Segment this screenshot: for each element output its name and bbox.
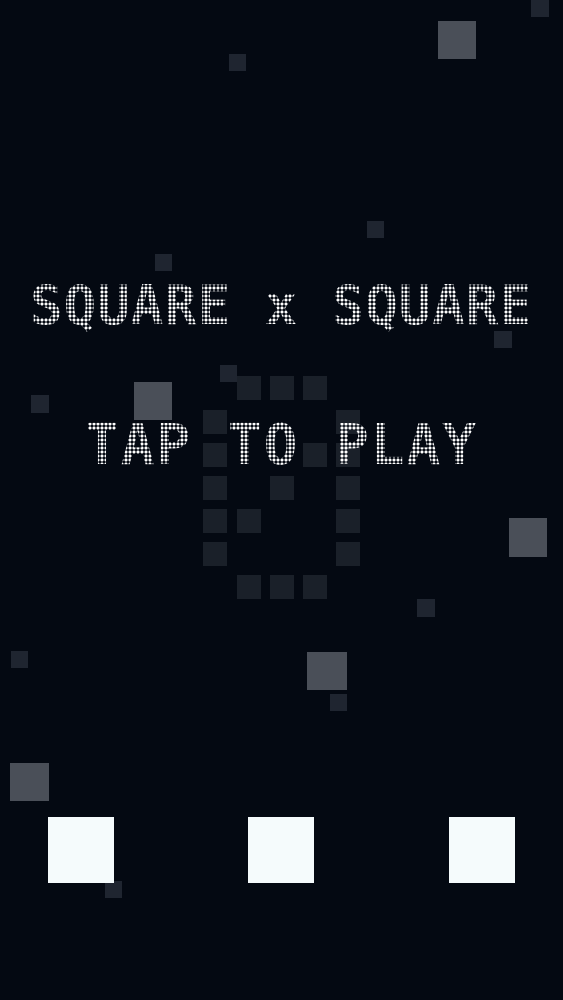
falling-square <box>31 395 49 413</box>
falling-square <box>417 599 435 617</box>
falling-square <box>307 652 347 690</box>
falling-square <box>10 763 49 801</box>
falling-square <box>531 0 549 17</box>
score-digit <box>201 376 361 601</box>
player-square-right[interactable] <box>449 817 515 883</box>
player-square-center[interactable] <box>248 817 314 883</box>
falling-square <box>330 694 347 711</box>
game-title: SQUARE x SQUARE <box>0 274 563 338</box>
falling-square <box>229 54 246 71</box>
tap-to-play-prompt[interactable]: TAP TO PLAY <box>0 414 563 478</box>
falling-square <box>11 651 28 668</box>
falling-square <box>438 21 476 59</box>
game-screen[interactable]: SQUARE x SQUARE TAP TO PLAY <box>0 0 563 1000</box>
falling-square <box>509 518 547 557</box>
falling-square <box>155 254 172 271</box>
falling-square <box>105 881 122 898</box>
player-square-left[interactable] <box>48 817 114 883</box>
falling-square <box>367 221 384 238</box>
